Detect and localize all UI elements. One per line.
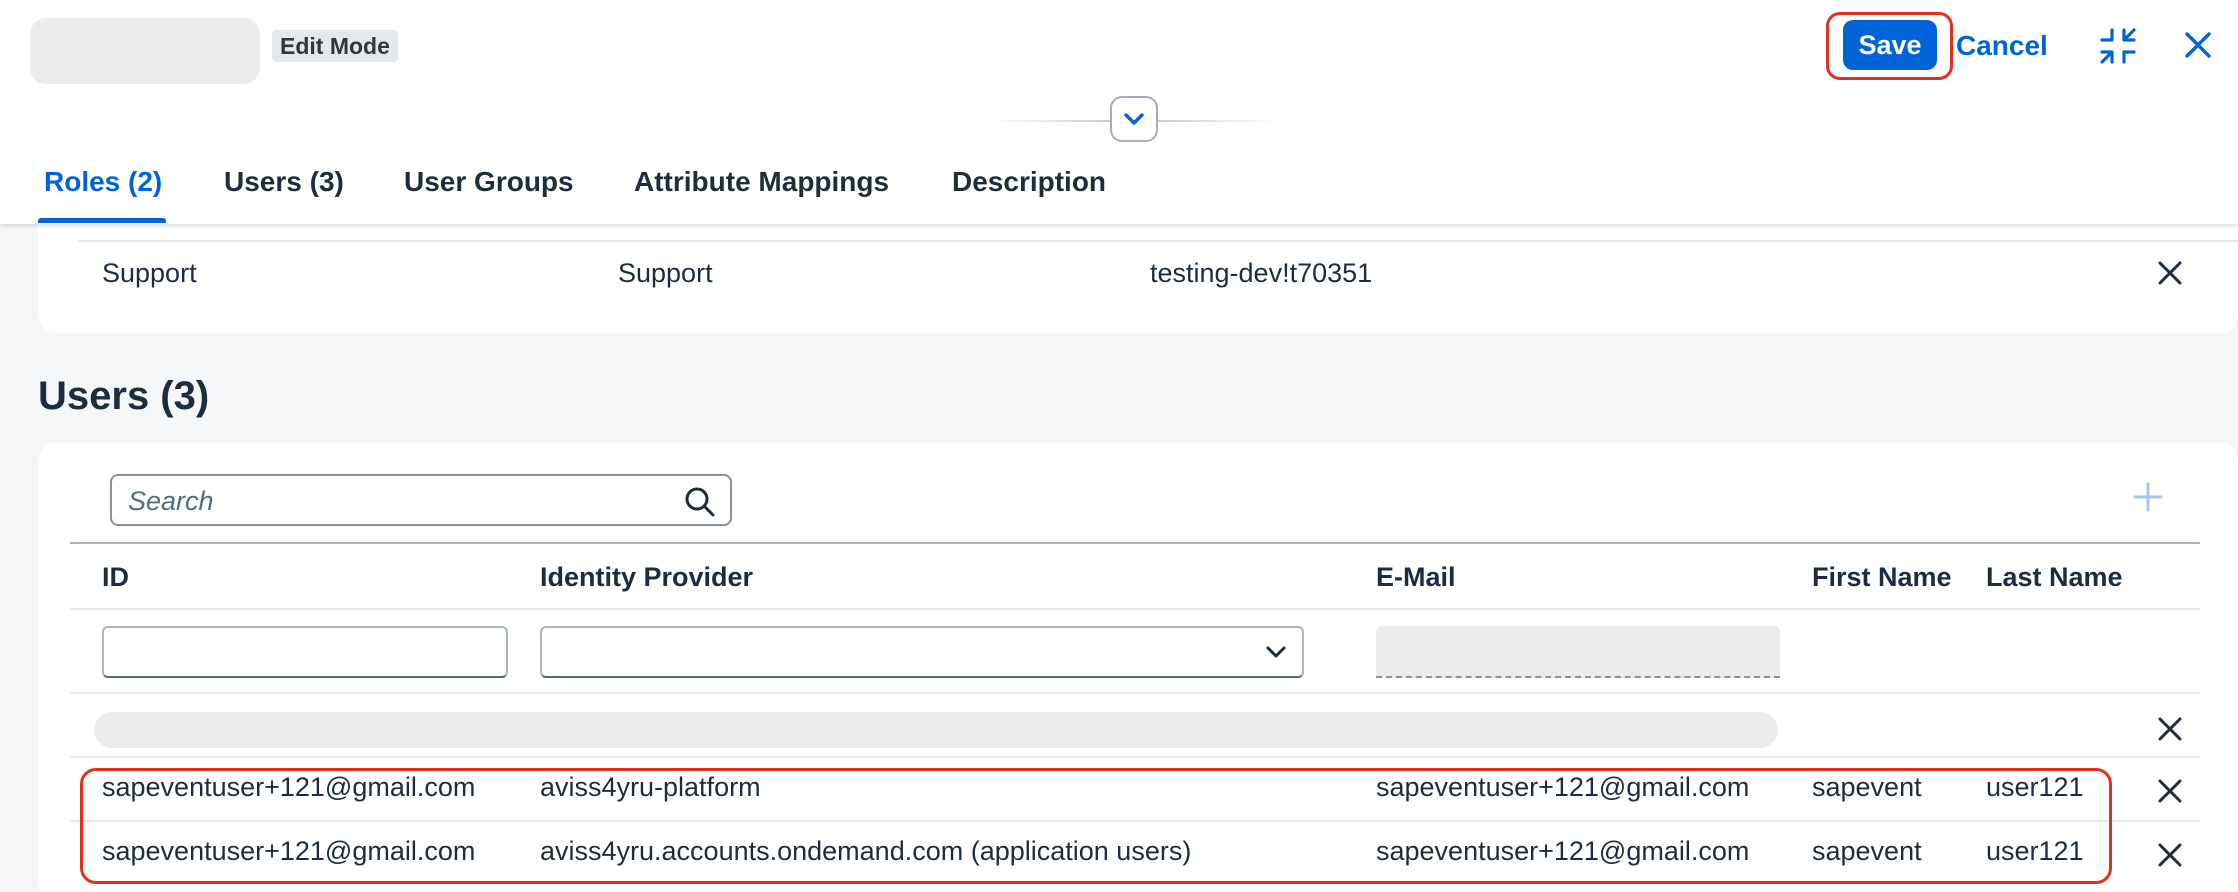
- object-page-header: Edit Mode Save Cancel Roles (2) Users (3…: [0, 0, 2238, 224]
- tab-description[interactable]: Description: [952, 166, 1106, 198]
- header-divider-left: [990, 120, 1110, 122]
- title-placeholder: [30, 18, 260, 84]
- remove-user-button[interactable]: [2154, 776, 2186, 808]
- tab-user-groups[interactable]: User Groups: [404, 166, 574, 198]
- new-user-id-input[interactable]: [102, 626, 508, 678]
- table-divider: [70, 608, 2200, 610]
- remove-role-button[interactable]: [2154, 258, 2186, 290]
- search-field[interactable]: [110, 474, 732, 526]
- loading-row-placeholder: [94, 712, 1778, 748]
- column-header-email[interactable]: E-Mail: [1376, 562, 1456, 593]
- close-icon: [2158, 843, 2182, 866]
- add-icon: [2133, 482, 2163, 511]
- header-divider-right: [1158, 120, 1278, 122]
- chevron-down-icon: [1124, 113, 1144, 125]
- chevron-down-icon: [1266, 646, 1286, 658]
- column-header-first-name[interactable]: First Name: [1812, 562, 1952, 593]
- selected-tab-indicator: [38, 218, 166, 223]
- email-input-disabled: [1376, 626, 1780, 678]
- close-icon: [2158, 261, 2182, 284]
- remove-row-button[interactable]: [2154, 714, 2186, 746]
- add-user-button[interactable]: [2128, 478, 2168, 518]
- exit-fullscreen-icon: [2100, 28, 2136, 64]
- search-input[interactable]: [128, 484, 668, 518]
- cancel-button[interactable]: Cancel: [1956, 24, 2048, 68]
- search-icon: [685, 487, 715, 517]
- table-header-top-border: [70, 542, 2200, 544]
- identity-provider-select[interactable]: [540, 626, 1304, 678]
- save-button[interactable]: Save: [1843, 20, 1937, 70]
- edit-mode-badge: Edit Mode: [272, 30, 398, 62]
- column-header-identity-provider[interactable]: Identity Provider: [540, 562, 753, 593]
- remove-user-button[interactable]: [2154, 840, 2186, 872]
- column-header-last-name[interactable]: Last Name: [1986, 562, 2123, 593]
- table-divider: [70, 692, 2200, 694]
- close-button[interactable]: [2178, 26, 2218, 66]
- exit-fullscreen-button[interactable]: [2096, 26, 2140, 66]
- tab-users[interactable]: Users (3): [224, 166, 344, 198]
- role-app-cell: testing-dev!t70351: [1150, 258, 1373, 288]
- table-divider: [70, 756, 2200, 758]
- users-section-title: Users (3): [38, 374, 210, 418]
- role-name-cell: Support: [102, 258, 197, 288]
- column-header-id[interactable]: ID: [102, 562, 129, 593]
- user-rows-highlight-box: [80, 768, 2112, 884]
- close-icon: [2185, 31, 2211, 58]
- tab-attribute-mappings[interactable]: Attribute Mappings: [634, 166, 889, 198]
- tab-roles[interactable]: Roles (2): [44, 166, 162, 198]
- table-divider: [78, 240, 2238, 242]
- role-template-cell: Support: [618, 258, 713, 288]
- close-icon: [2158, 717, 2182, 740]
- collapse-header-button[interactable]: [1110, 96, 1158, 142]
- close-icon: [2158, 779, 2182, 802]
